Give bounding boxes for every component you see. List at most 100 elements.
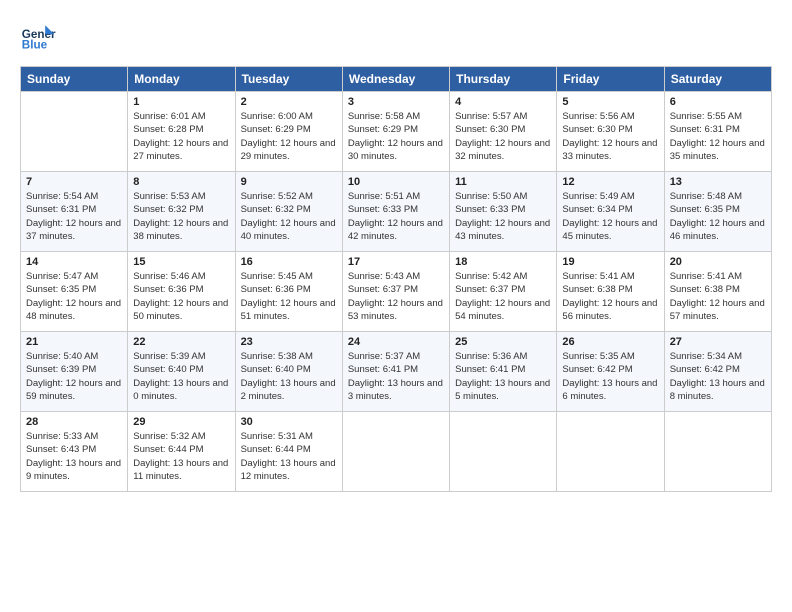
day-number: 19 bbox=[562, 256, 658, 268]
day-number: 22 bbox=[133, 336, 229, 348]
day-number: 26 bbox=[562, 336, 658, 348]
calendar-cell bbox=[664, 412, 771, 492]
day-number: 8 bbox=[133, 176, 229, 188]
day-info: Sunrise: 5:36 AMSunset: 6:41 PMDaylight:… bbox=[455, 350, 551, 403]
calendar-cell: 28 Sunrise: 5:33 AMSunset: 6:43 PMDayligh… bbox=[21, 412, 128, 492]
calendar-cell: 14 Sunrise: 5:47 AMSunset: 6:35 PMDayligh… bbox=[21, 252, 128, 332]
day-info: Sunrise: 5:57 AMSunset: 6:30 PMDaylight:… bbox=[455, 110, 551, 163]
day-info: Sunrise: 6:01 AMSunset: 6:28 PMDaylight:… bbox=[133, 110, 229, 163]
day-number: 5 bbox=[562, 96, 658, 108]
weekday-header: Tuesday bbox=[235, 67, 342, 92]
day-number: 15 bbox=[133, 256, 229, 268]
calendar-cell: 18Sunrise: 5:42 AMSunset: 6:37 PMDayligh… bbox=[450, 252, 557, 332]
calendar-cell: 25 Sunrise: 5:36 AMSunset: 6:41 PMDayligh… bbox=[450, 332, 557, 412]
calendar-cell: 4Sunrise: 5:57 AMSunset: 6:30 PMDaylight… bbox=[450, 92, 557, 172]
calendar-cell: 24 Sunrise: 5:37 AMSunset: 6:41 PMDayligh… bbox=[342, 332, 449, 412]
calendar-cell: 30 Sunrise: 5:31 AMSunset: 6:44 PMDayligh… bbox=[235, 412, 342, 492]
day-number: 10 bbox=[348, 176, 444, 188]
day-number: 29 bbox=[133, 416, 229, 428]
day-info: Sunrise: 5:53 AMSunset: 6:32 PMDaylight:… bbox=[133, 190, 229, 243]
weekday-header: Monday bbox=[128, 67, 235, 92]
day-info: Sunrise: 5:34 AMSunset: 6:42 PMDaylight:… bbox=[670, 350, 766, 403]
day-number: 21 bbox=[26, 336, 122, 348]
day-info: Sunrise: 5:56 AMSunset: 6:30 PMDaylight:… bbox=[562, 110, 658, 163]
day-info: Sunrise: 5:38 AMSunset: 6:40 PMDaylight:… bbox=[241, 350, 337, 403]
day-info: Sunrise: 5:39 AMSunset: 6:40 PMDaylight:… bbox=[133, 350, 229, 403]
day-info: Sunrise: 5:43 AMSunset: 6:37 PMDaylight:… bbox=[348, 270, 444, 323]
day-info: Sunrise: 5:32 AMSunset: 6:44 PMDaylight:… bbox=[133, 430, 229, 483]
calendar-cell bbox=[21, 92, 128, 172]
day-info: Sunrise: 5:31 AMSunset: 6:44 PMDaylight:… bbox=[241, 430, 337, 483]
day-number: 23 bbox=[241, 336, 337, 348]
calendar-cell: 27 Sunrise: 5:34 AMSunset: 6:42 PMDayligh… bbox=[664, 332, 771, 412]
day-number: 12 bbox=[562, 176, 658, 188]
calendar-header-row: SundayMondayTuesdayWednesdayThursdayFrid… bbox=[21, 67, 772, 92]
day-number: 18 bbox=[455, 256, 551, 268]
page: General Blue SundayMondayTuesdayWednesda… bbox=[0, 0, 792, 502]
header: General Blue bbox=[20, 18, 772, 54]
logo-icon: General Blue bbox=[20, 18, 56, 54]
calendar-cell: 20Sunrise: 5:41 AMSunset: 6:38 PMDayligh… bbox=[664, 252, 771, 332]
calendar-cell: 2Sunrise: 6:00 AMSunset: 6:29 PMDaylight… bbox=[235, 92, 342, 172]
day-number: 6 bbox=[670, 96, 766, 108]
weekday-header: Wednesday bbox=[342, 67, 449, 92]
calendar-cell: 11 Sunrise: 5:50 AMSunset: 6:33 PMDayligh… bbox=[450, 172, 557, 252]
calendar-cell: 10 Sunrise: 5:51 AMSunset: 6:33 PMDayligh… bbox=[342, 172, 449, 252]
day-number: 7 bbox=[26, 176, 122, 188]
day-info: Sunrise: 5:41 AMSunset: 6:38 PMDaylight:… bbox=[562, 270, 658, 323]
calendar-cell: 13Sunrise: 5:48 AMSunset: 6:35 PMDayligh… bbox=[664, 172, 771, 252]
day-info: Sunrise: 5:52 AMSunset: 6:32 PMDaylight:… bbox=[241, 190, 337, 243]
day-number: 24 bbox=[348, 336, 444, 348]
day-number: 9 bbox=[241, 176, 337, 188]
calendar-cell: 5 Sunrise: 5:56 AMSunset: 6:30 PMDaylight… bbox=[557, 92, 664, 172]
calendar-cell: 1Sunrise: 6:01 AMSunset: 6:28 PMDaylight… bbox=[128, 92, 235, 172]
svg-text:Blue: Blue bbox=[22, 39, 48, 52]
calendar-cell bbox=[450, 412, 557, 492]
day-info: Sunrise: 5:35 AMSunset: 6:42 PMDaylight:… bbox=[562, 350, 658, 403]
calendar-cell: 3Sunrise: 5:58 AMSunset: 6:29 PMDaylight… bbox=[342, 92, 449, 172]
calendar-cell: 7 Sunrise: 5:54 AMSunset: 6:31 PMDaylight… bbox=[21, 172, 128, 252]
day-info: Sunrise: 5:45 AMSunset: 6:36 PMDaylight:… bbox=[241, 270, 337, 323]
calendar-cell: 22 Sunrise: 5:39 AMSunset: 6:40 PMDayligh… bbox=[128, 332, 235, 412]
day-number: 27 bbox=[670, 336, 766, 348]
day-number: 11 bbox=[455, 176, 551, 188]
calendar-cell: 6 Sunrise: 5:55 AMSunset: 6:31 PMDaylight… bbox=[664, 92, 771, 172]
day-info: Sunrise: 5:49 AMSunset: 6:34 PMDaylight:… bbox=[562, 190, 658, 243]
calendar-cell: 21 Sunrise: 5:40 AMSunset: 6:39 PMDayligh… bbox=[21, 332, 128, 412]
calendar-cell: 19 Sunrise: 5:41 AMSunset: 6:38 PMDayligh… bbox=[557, 252, 664, 332]
calendar-cell: 9 Sunrise: 5:52 AMSunset: 6:32 PMDaylight… bbox=[235, 172, 342, 252]
day-number: 13 bbox=[670, 176, 766, 188]
day-info: Sunrise: 5:37 AMSunset: 6:41 PMDaylight:… bbox=[348, 350, 444, 403]
calendar-week-row: 7 Sunrise: 5:54 AMSunset: 6:31 PMDaylight… bbox=[21, 172, 772, 252]
day-number: 20 bbox=[670, 256, 766, 268]
day-info: Sunrise: 6:00 AMSunset: 6:29 PMDaylight:… bbox=[241, 110, 337, 163]
calendar-week-row: 21 Sunrise: 5:40 AMSunset: 6:39 PMDayligh… bbox=[21, 332, 772, 412]
calendar-cell: 23 Sunrise: 5:38 AMSunset: 6:40 PMDayligh… bbox=[235, 332, 342, 412]
day-info: Sunrise: 5:58 AMSunset: 6:29 PMDaylight:… bbox=[348, 110, 444, 163]
calendar-cell: 17 Sunrise: 5:43 AMSunset: 6:37 PMDayligh… bbox=[342, 252, 449, 332]
calendar-week-row: 14 Sunrise: 5:47 AMSunset: 6:35 PMDayligh… bbox=[21, 252, 772, 332]
day-number: 25 bbox=[455, 336, 551, 348]
day-number: 30 bbox=[241, 416, 337, 428]
day-number: 14 bbox=[26, 256, 122, 268]
day-info: Sunrise: 5:33 AMSunset: 6:43 PMDaylight:… bbox=[26, 430, 122, 483]
day-number: 17 bbox=[348, 256, 444, 268]
day-info: Sunrise: 5:40 AMSunset: 6:39 PMDaylight:… bbox=[26, 350, 122, 403]
calendar-table: SundayMondayTuesdayWednesdayThursdayFrid… bbox=[20, 66, 772, 492]
day-info: Sunrise: 5:46 AMSunset: 6:36 PMDaylight:… bbox=[133, 270, 229, 323]
calendar-cell: 12 Sunrise: 5:49 AMSunset: 6:34 PMDayligh… bbox=[557, 172, 664, 252]
calendar-cell: 29 Sunrise: 5:32 AMSunset: 6:44 PMDayligh… bbox=[128, 412, 235, 492]
calendar-cell bbox=[342, 412, 449, 492]
day-number: 16 bbox=[241, 256, 337, 268]
weekday-header: Friday bbox=[557, 67, 664, 92]
day-info: Sunrise: 5:50 AMSunset: 6:33 PMDaylight:… bbox=[455, 190, 551, 243]
day-info: Sunrise: 5:47 AMSunset: 6:35 PMDaylight:… bbox=[26, 270, 122, 323]
day-info: Sunrise: 5:55 AMSunset: 6:31 PMDaylight:… bbox=[670, 110, 766, 163]
calendar-cell: 26 Sunrise: 5:35 AMSunset: 6:42 PMDayligh… bbox=[557, 332, 664, 412]
day-number: 28 bbox=[26, 416, 122, 428]
weekday-header: Saturday bbox=[664, 67, 771, 92]
calendar-cell: 16 Sunrise: 5:45 AMSunset: 6:36 PMDayligh… bbox=[235, 252, 342, 332]
calendar-cell: 8 Sunrise: 5:53 AMSunset: 6:32 PMDaylight… bbox=[128, 172, 235, 252]
day-info: Sunrise: 5:51 AMSunset: 6:33 PMDaylight:… bbox=[348, 190, 444, 243]
day-info: Sunrise: 5:54 AMSunset: 6:31 PMDaylight:… bbox=[26, 190, 122, 243]
